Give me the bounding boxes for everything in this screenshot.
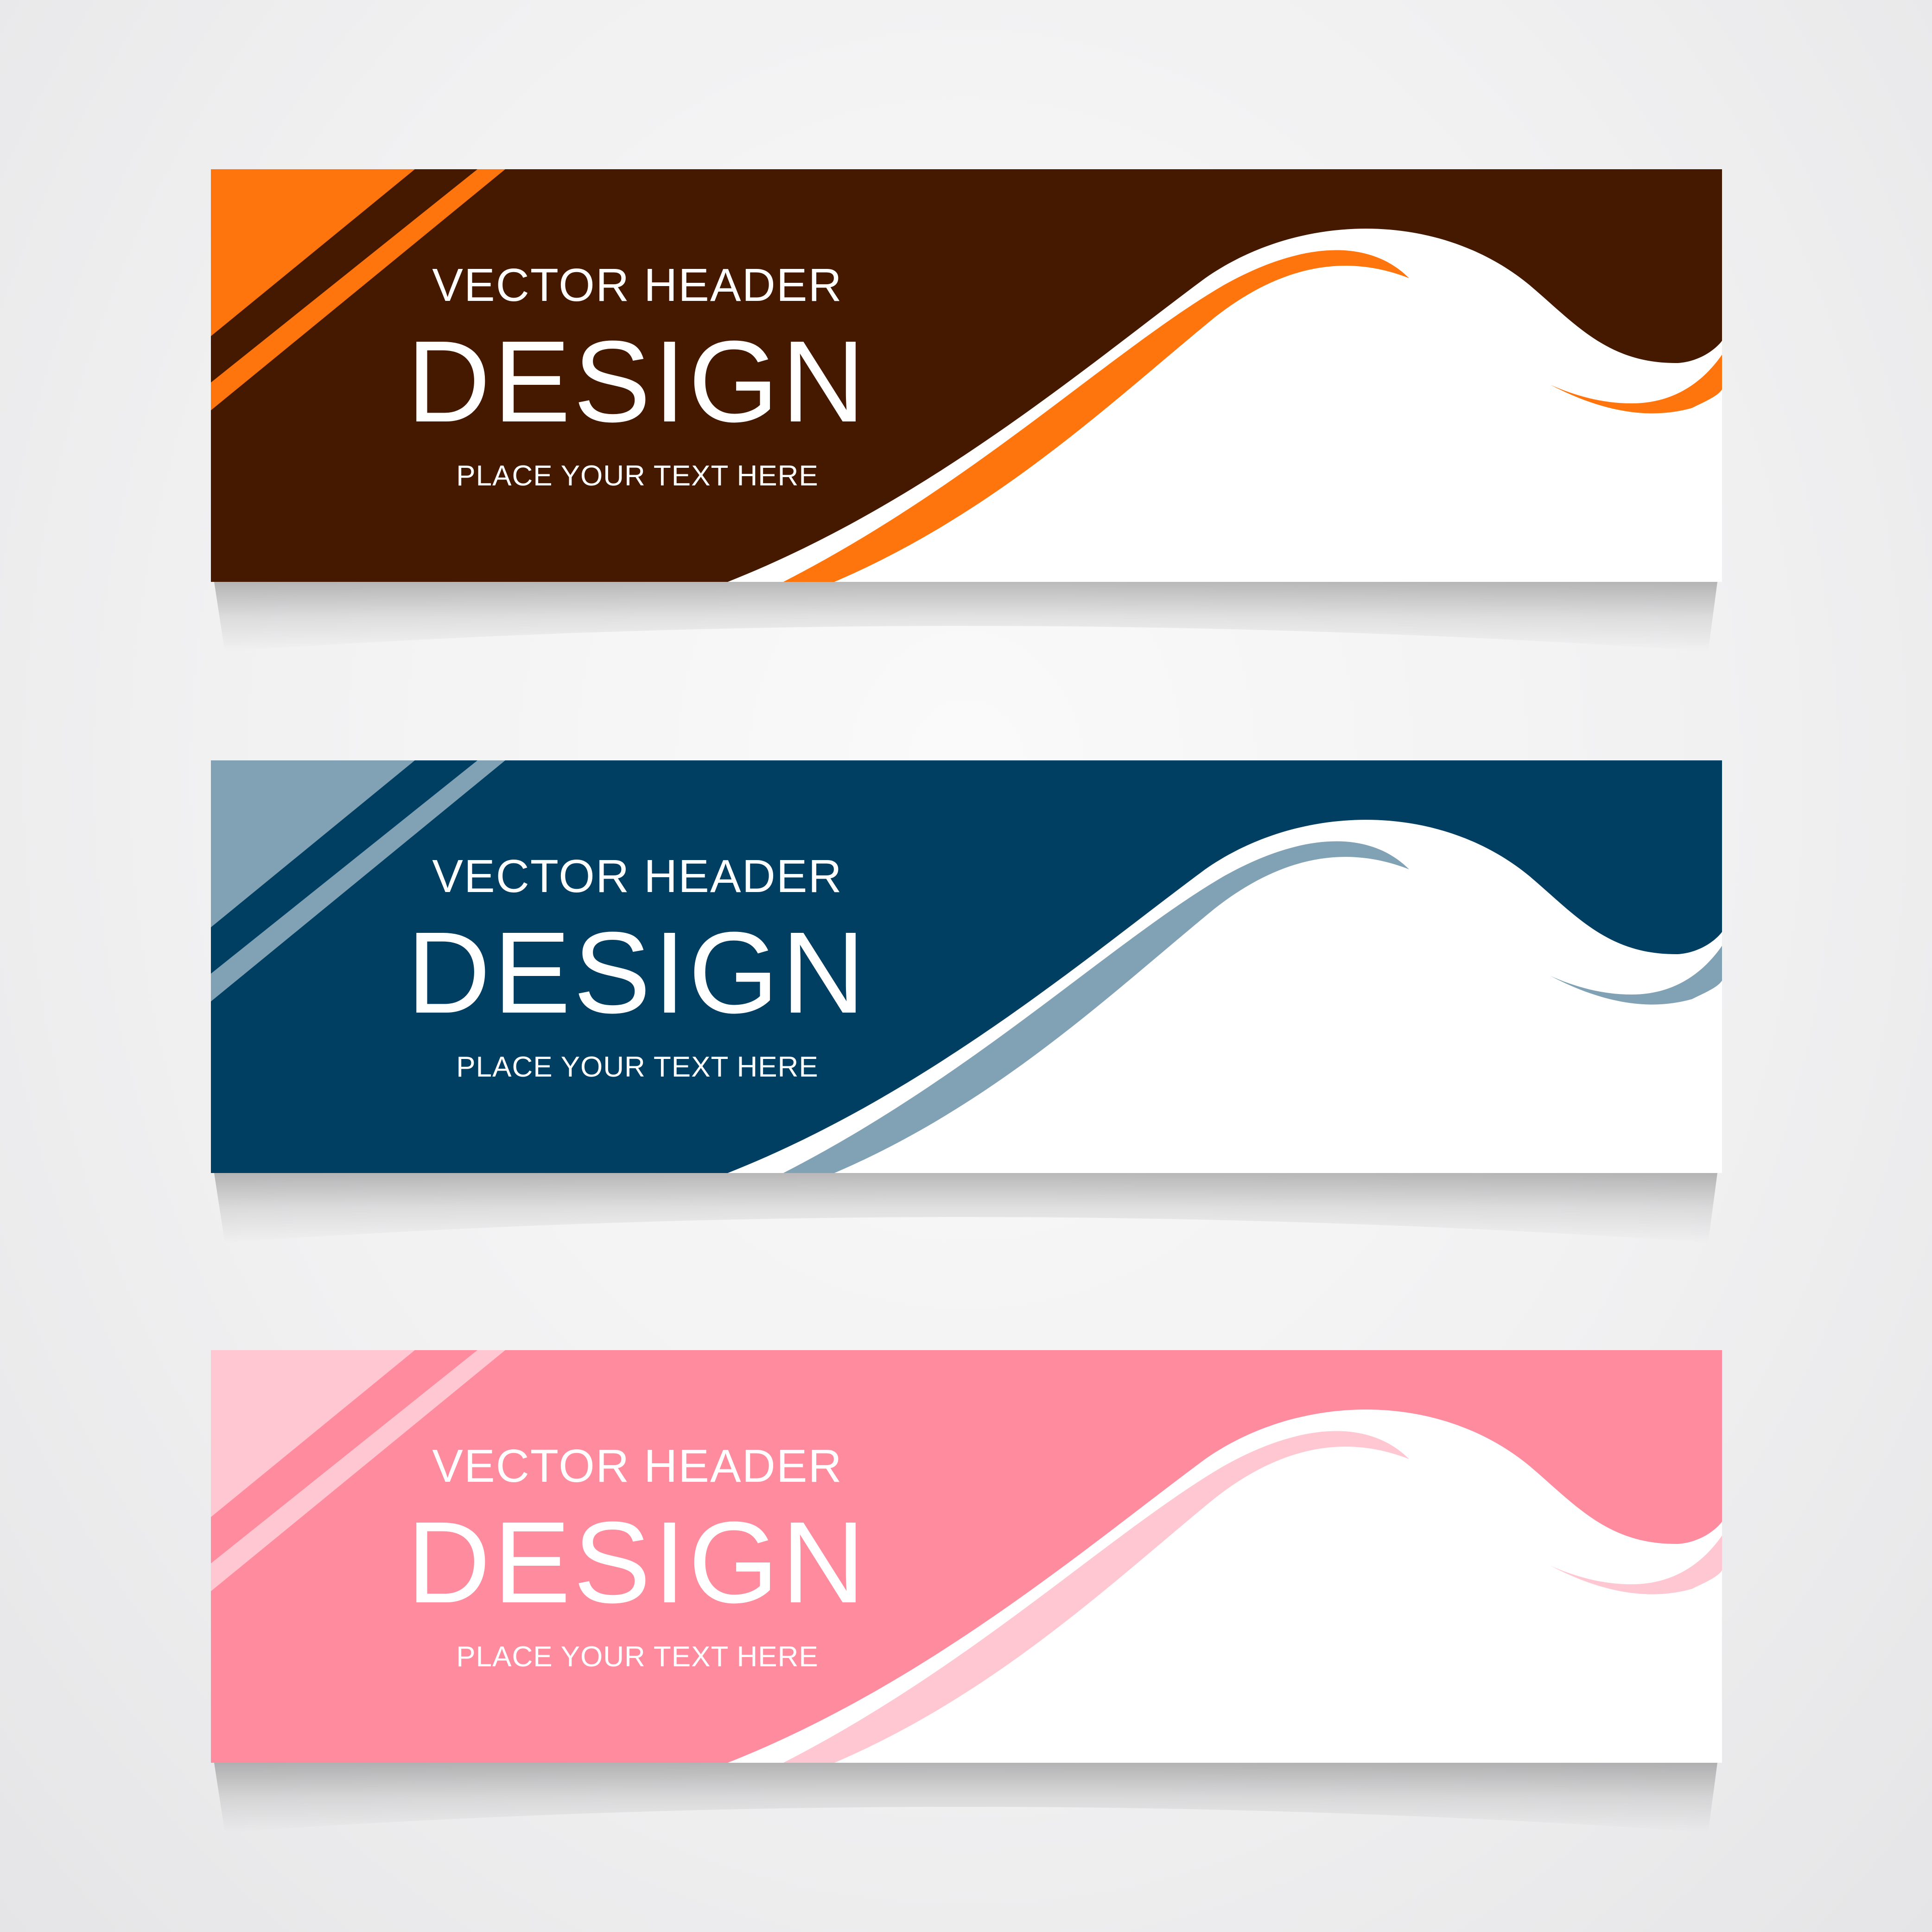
header-banner-2: VECTOR HEADER DESIGN PLACE YOUR TEXT HER… xyxy=(0,760,1932,1270)
banner-eyebrow: VECTOR HEADER xyxy=(432,259,843,311)
header-banner-3: VECTOR HEADER DESIGN PLACE YOUR TEXT HER… xyxy=(0,1350,1932,1860)
banner-shadow xyxy=(214,1173,1717,1243)
banner-eyebrow: VECTOR HEADER xyxy=(432,1440,843,1492)
banner-headline: DESIGN xyxy=(407,908,868,1037)
banner-text-block: VECTOR HEADER DESIGN PLACE YOUR TEXT HER… xyxy=(211,169,1064,582)
banner-tagline: PLACE YOUR TEXT HERE xyxy=(456,460,819,492)
banner-tagline: PLACE YOUR TEXT HERE xyxy=(456,1051,819,1083)
banner-shadow xyxy=(214,1763,1717,1832)
banner-tagline: PLACE YOUR TEXT HERE xyxy=(456,1641,819,1673)
banner-headline: DESIGN xyxy=(407,1498,868,1627)
banner-headline: DESIGN xyxy=(407,317,868,446)
banner-text-block: VECTOR HEADER DESIGN PLACE YOUR TEXT HER… xyxy=(211,1350,1064,1763)
banner-shadow xyxy=(214,582,1717,651)
banner-eyebrow: VECTOR HEADER xyxy=(432,850,843,902)
header-banner-1: VECTOR HEADER DESIGN PLACE YOUR TEXT HER… xyxy=(0,169,1932,679)
banner-text-block: VECTOR HEADER DESIGN PLACE YOUR TEXT HER… xyxy=(211,760,1064,1173)
